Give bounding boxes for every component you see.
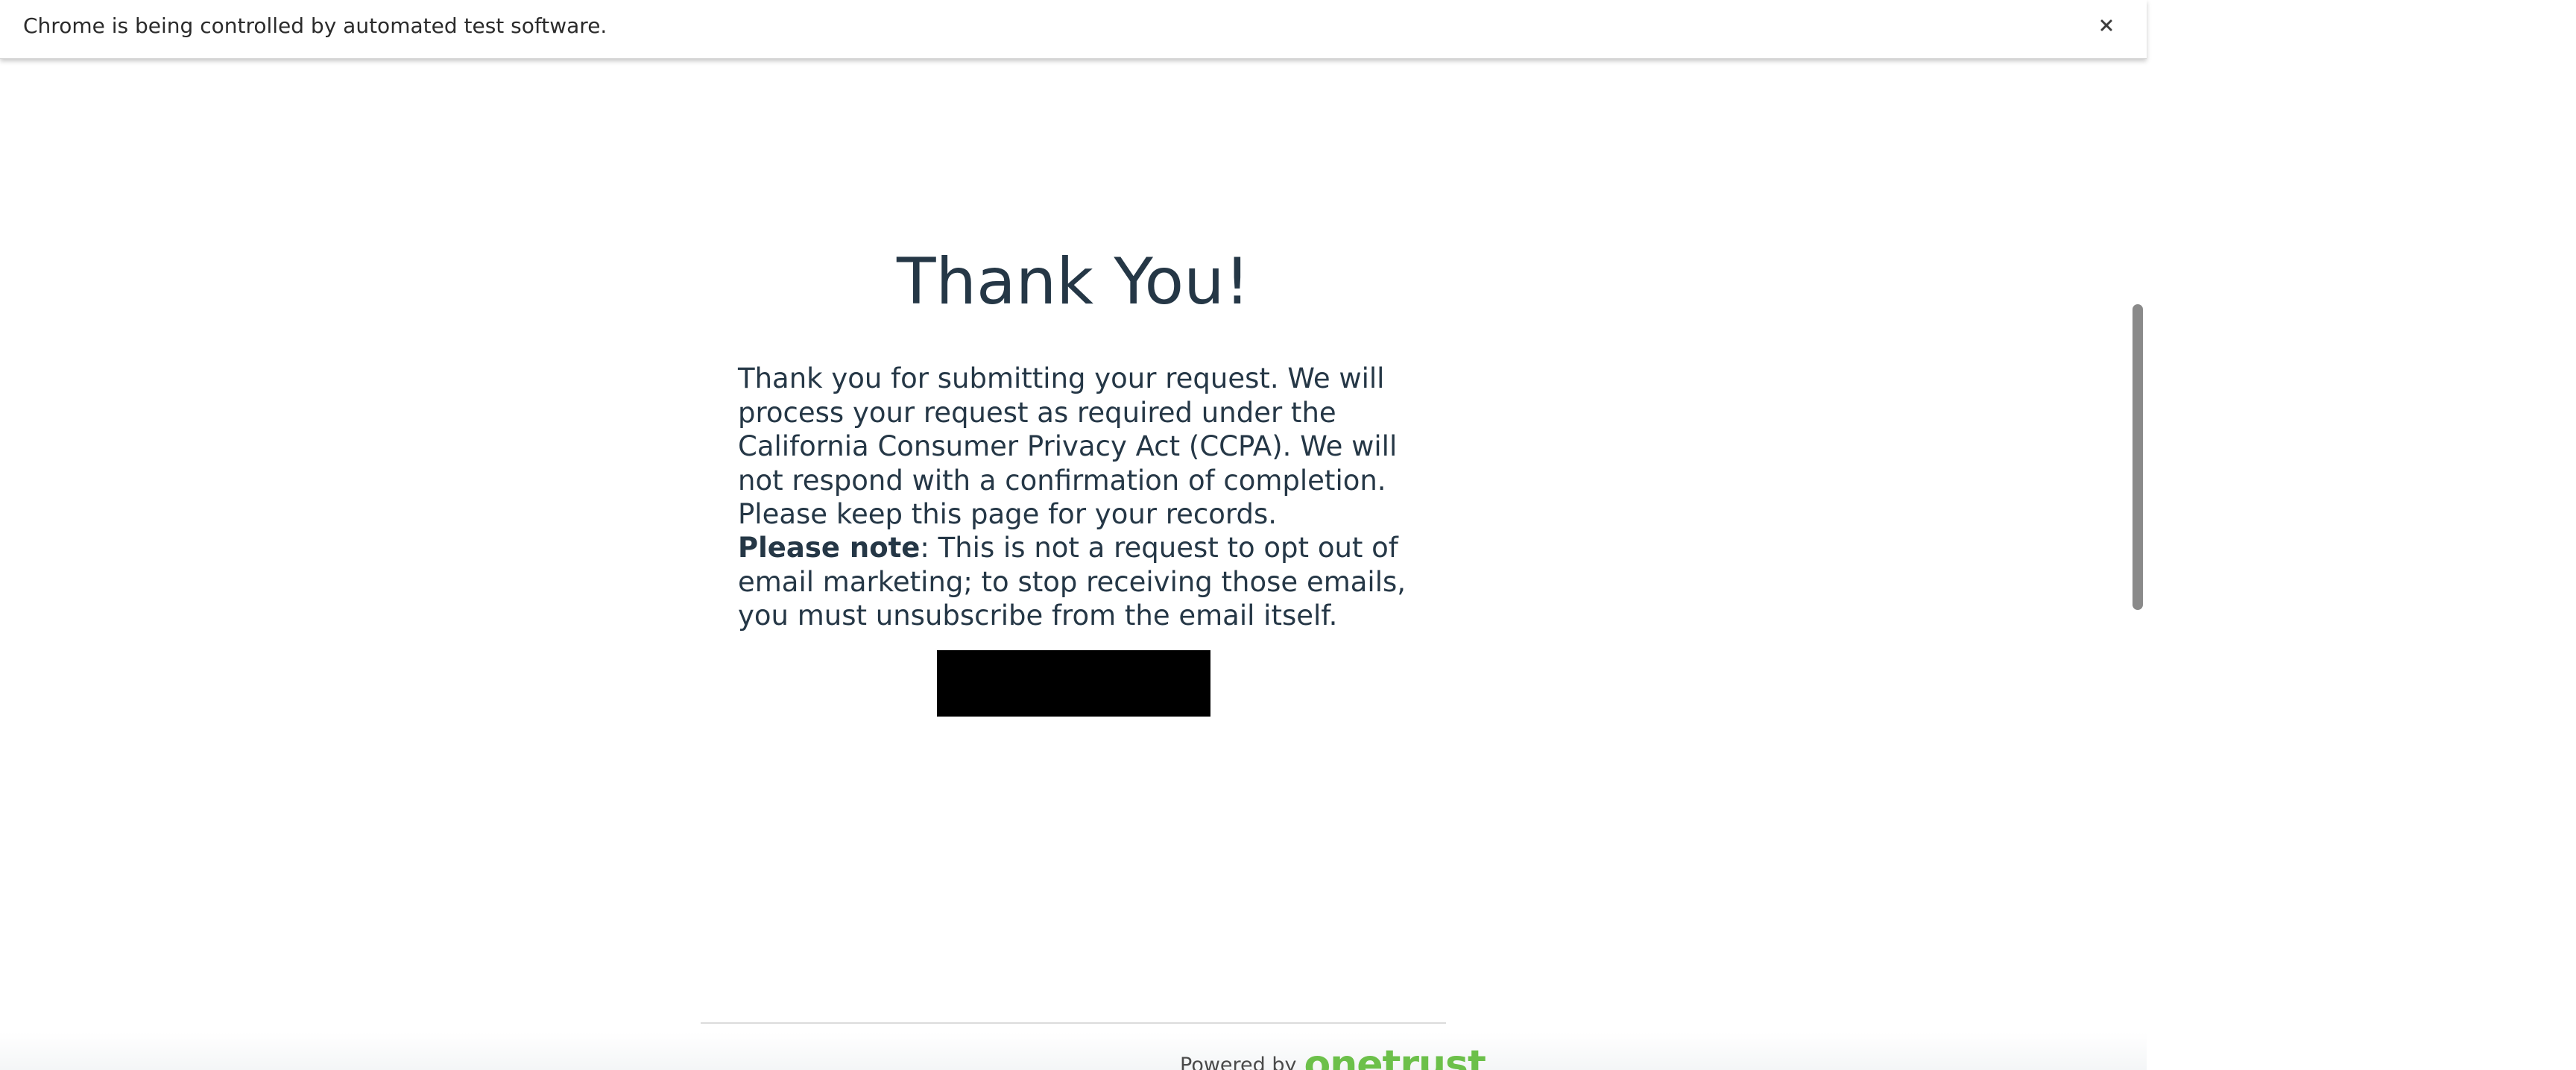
page-viewport: Thank You! Thank you for submitting your… bbox=[0, 58, 2147, 1070]
powered-by-label: Powered by bbox=[1180, 1053, 1297, 1070]
outside-window-area bbox=[2147, 0, 2576, 1070]
confirmation-message: Thank you for submitting your request. W… bbox=[738, 362, 1398, 530]
scrollbar-thumb[interactable] bbox=[2133, 304, 2143, 610]
note-label: Please note bbox=[738, 532, 921, 564]
onetrust-logo: onetrust bbox=[1304, 1042, 1486, 1070]
vertical-scrollbar[interactable] bbox=[2129, 58, 2147, 1070]
page-title: Thank You! bbox=[896, 245, 1251, 319]
footer-shadow bbox=[0, 1033, 2147, 1070]
powered-by-link[interactable]: Powered by onetrust bbox=[1180, 1044, 1486, 1070]
close-icon[interactable] bbox=[2092, 10, 2121, 40]
automation-infobar: Chrome is being controlled by automated … bbox=[0, 0, 2147, 59]
redacted-button[interactable] bbox=[937, 650, 1210, 717]
note-message: Please note: This is not a request to op… bbox=[738, 531, 1424, 633]
infobar-message: Chrome is being controlled by automated … bbox=[23, 13, 607, 38]
footer-divider bbox=[701, 1022, 1446, 1024]
